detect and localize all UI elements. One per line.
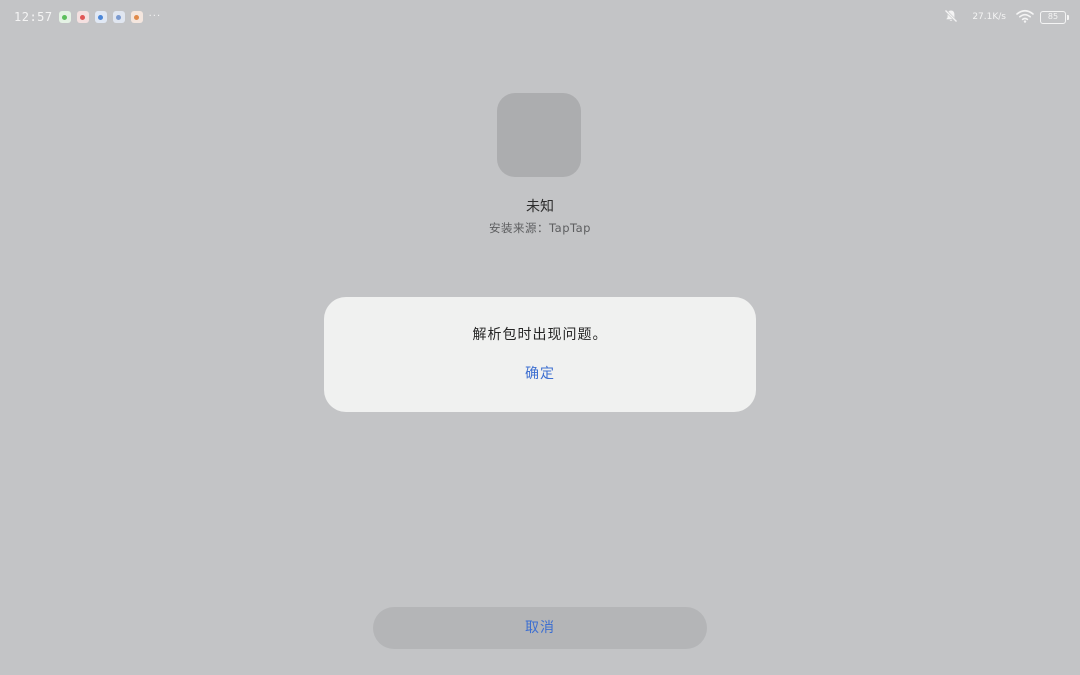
wifi-icon (1016, 8, 1034, 27)
bell-muted-icon (944, 8, 958, 27)
confirm-button[interactable]: 确定 (500, 361, 580, 387)
dialog-message: 解析包时出现问题。 (472, 327, 608, 343)
app-name: 未知 (526, 199, 554, 215)
red-app-icon (76, 11, 89, 23)
error-dialog: 解析包时出现问题。 确定 (324, 297, 756, 412)
install-source: 安装来源：TapTap (489, 221, 591, 235)
status-bar: 12:57 ··· 27.1K/s 85 (0, 0, 1080, 34)
clock: 12:57 (14, 10, 53, 24)
app-icon-placeholder (497, 93, 581, 177)
map-pin-icon (130, 11, 143, 23)
battery-level: 85 (1047, 12, 1059, 21)
cancel-button[interactable]: 取消 (373, 607, 707, 649)
network-speed: 27.1K/s (972, 12, 1006, 22)
battery-icon: 85 (1040, 10, 1069, 24)
status-bar-right: 27.1K/s 85 (944, 8, 1069, 27)
wechat-icon (58, 11, 71, 23)
blue-app-icon (112, 11, 125, 23)
more-notifications-indicator: ··· (148, 11, 162, 22)
status-bar-left: 12:57 ··· (14, 9, 161, 25)
compass-icon (94, 11, 107, 23)
